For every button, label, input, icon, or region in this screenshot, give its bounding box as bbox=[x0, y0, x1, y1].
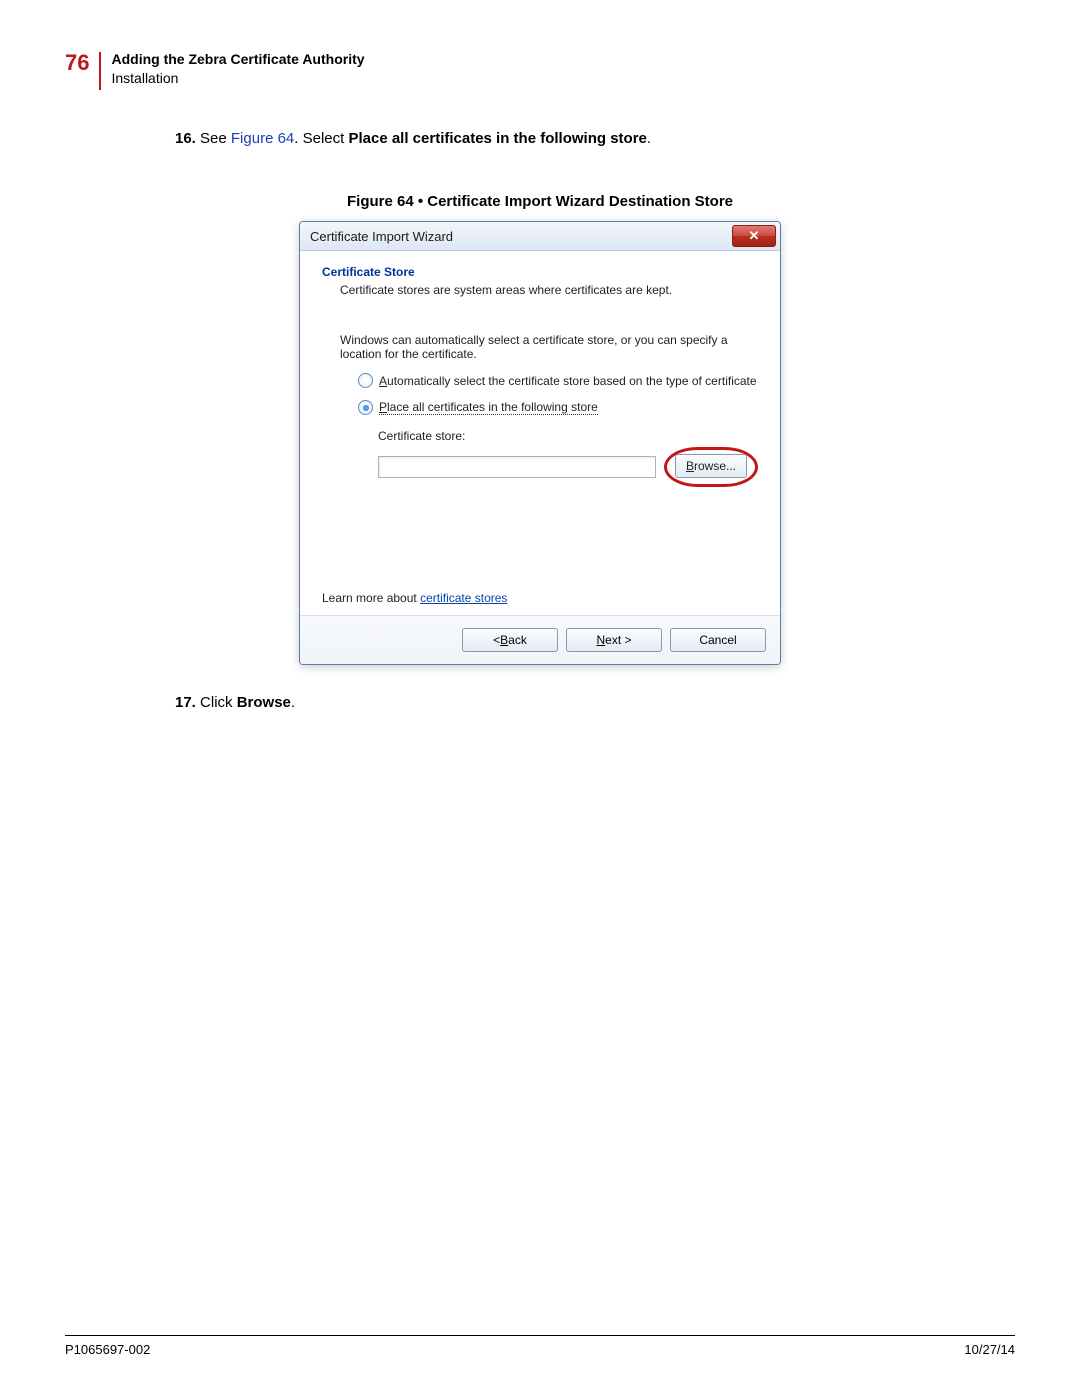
radio-dot-icon bbox=[363, 405, 369, 411]
step-16-end: . bbox=[647, 130, 651, 147]
step-16-pre: See bbox=[200, 130, 231, 147]
dialog-title: Certificate Import Wizard bbox=[310, 229, 732, 244]
radio-place-label: lace all certificates in the following s… bbox=[387, 400, 598, 414]
step-16: 16. See Figure 64. Select Place all cert… bbox=[175, 128, 1015, 149]
radio-place-accel: P bbox=[379, 400, 387, 414]
certificate-store-row: Browse... bbox=[378, 447, 758, 487]
dialog-footer: < Back Next > Cancel bbox=[300, 615, 780, 664]
dialog-titlebar: Certificate Import Wizard ✕ bbox=[300, 222, 780, 251]
cancel-button[interactable]: Cancel bbox=[670, 628, 766, 652]
radio-auto-label: utomatically select the certificate stor… bbox=[387, 374, 757, 388]
radio-auto-accel: A bbox=[379, 374, 387, 388]
browse-button[interactable]: Browse... bbox=[675, 454, 747, 478]
browse-label: rowse... bbox=[694, 459, 736, 473]
radio-icon-unchecked bbox=[358, 373, 373, 388]
next-button[interactable]: Next > bbox=[566, 628, 662, 652]
close-icon: ✕ bbox=[749, 228, 760, 244]
browse-accel: B bbox=[686, 459, 694, 473]
doc-id: P1065697-002 bbox=[65, 1342, 150, 1357]
next-rest: ext > bbox=[605, 633, 631, 647]
page-footer: P1065697-002 10/27/14 bbox=[65, 1335, 1015, 1357]
back-button[interactable]: < Back bbox=[462, 628, 558, 652]
step-17-number: 17. bbox=[175, 694, 196, 711]
step-17-end: . bbox=[291, 694, 295, 711]
back-rest: ack bbox=[508, 633, 527, 647]
header-text: Adding the Zebra Certificate Authority I… bbox=[111, 50, 364, 88]
page-header: 76 Adding the Zebra Certificate Authorit… bbox=[65, 50, 1015, 90]
certificate-store-paragraph: Windows can automatically select a certi… bbox=[340, 333, 758, 361]
section-title: Installation bbox=[111, 69, 364, 88]
learn-more-link[interactable]: certificate stores bbox=[420, 591, 507, 605]
footer-date: 10/27/14 bbox=[964, 1342, 1015, 1357]
certificate-store-input[interactable] bbox=[378, 456, 656, 478]
certificate-store-heading: Certificate Store bbox=[322, 265, 758, 279]
back-pre: < bbox=[493, 633, 500, 647]
step-17-bold: Browse bbox=[237, 694, 291, 711]
certificate-store-subtext: Certificate stores are system areas wher… bbox=[340, 283, 758, 297]
header-divider bbox=[99, 52, 101, 90]
radio-auto-select[interactable]: Automatically select the certificate sto… bbox=[358, 373, 758, 388]
step-17: 17. Click Browse. bbox=[175, 694, 1015, 711]
step-16-bold: Place all certificates in the following … bbox=[348, 130, 646, 147]
learn-more-pre: Learn more about bbox=[322, 591, 420, 605]
learn-more-row: Learn more about certificate stores bbox=[322, 591, 758, 605]
figure-caption: Figure 64 • Certificate Import Wizard De… bbox=[65, 193, 1015, 210]
figure-reference-link[interactable]: Figure 64 bbox=[231, 130, 294, 147]
radio-place-all[interactable]: Place all certificates in the following … bbox=[358, 400, 758, 415]
back-accel: B bbox=[500, 633, 508, 647]
certificate-import-wizard-dialog: Certificate Import Wizard ✕ Certificate … bbox=[300, 222, 780, 664]
step-16-number: 16. bbox=[175, 130, 196, 147]
close-button[interactable]: ✕ bbox=[732, 225, 776, 247]
chapter-title: Adding the Zebra Certificate Authority bbox=[111, 50, 364, 69]
certificate-store-label: Certificate store: bbox=[378, 429, 758, 443]
page-number: 76 bbox=[65, 50, 89, 76]
dialog-body: Certificate Store Certificate stores are… bbox=[300, 251, 780, 615]
browse-highlight-oval: Browse... bbox=[664, 447, 758, 487]
next-accel: N bbox=[596, 633, 605, 647]
radio-icon-checked bbox=[358, 400, 373, 415]
step-17-pre: Click bbox=[200, 694, 237, 711]
step-16-mid: . Select bbox=[294, 130, 348, 147]
